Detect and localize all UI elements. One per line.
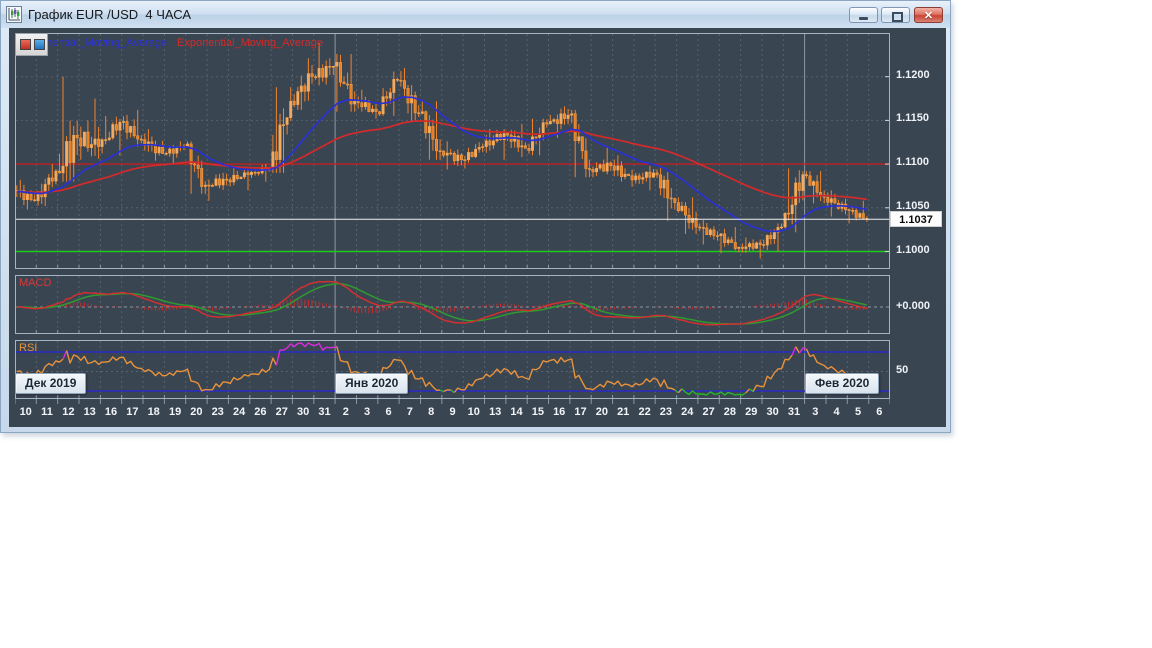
x-axis-label: 10 bbox=[467, 406, 480, 418]
time-axis-ticks bbox=[15, 399, 890, 404]
current-price-label: 1.1037 bbox=[890, 211, 942, 228]
rsi-line bbox=[275, 342, 338, 366]
x-axis-label: 6 bbox=[876, 406, 883, 418]
window-title: График EUR /USD 4 ЧАСА bbox=[28, 7, 192, 22]
macd-label: MACD bbox=[19, 277, 52, 289]
macd-plot bbox=[15, 275, 890, 334]
price-tick-label: 1.1100 bbox=[896, 156, 930, 169]
month-box-feb: Фев 2020 bbox=[805, 373, 880, 394]
macd-line bbox=[16, 280, 868, 326]
x-axis-label: 14 bbox=[510, 406, 523, 418]
price-tick-label: 1.1150 bbox=[896, 112, 930, 125]
macd-zero-label: +0.000 bbox=[896, 300, 930, 312]
x-axis-label: 29 bbox=[745, 406, 758, 418]
minimize-icon bbox=[859, 17, 868, 20]
rsi-line bbox=[453, 356, 676, 393]
price-chart-panel[interactable] bbox=[15, 33, 890, 269]
restore-button[interactable] bbox=[881, 7, 910, 23]
price-tick-label: 1.1000 bbox=[896, 243, 930, 256]
chart-client-area: Exponential_Moving_Average Exponential_M… bbox=[9, 28, 946, 427]
x-axis-label: 12 bbox=[62, 406, 75, 418]
x-axis-label: 4 bbox=[833, 406, 840, 418]
indicator-legend: Exponential_Moving_Average Exponential_M… bbox=[21, 37, 323, 49]
macd-panel[interactable] bbox=[15, 275, 890, 334]
restore-icon bbox=[892, 12, 903, 22]
x-axis-label: 16 bbox=[104, 406, 118, 418]
rsi-label: RSI bbox=[19, 342, 38, 354]
x-axis-label: 31 bbox=[787, 406, 801, 418]
x-axis-label: 9 bbox=[449, 406, 456, 418]
indicator-buttons-box bbox=[15, 33, 48, 56]
x-axis-label: 2 bbox=[342, 406, 349, 418]
x-axis-label: 16 bbox=[553, 406, 566, 418]
x-axis-label: 18 bbox=[147, 406, 160, 418]
x-axis-label: 10 bbox=[19, 406, 32, 418]
x-axis-label: 30 bbox=[766, 406, 779, 418]
indicator-blue-button[interactable] bbox=[34, 39, 45, 50]
rsi-level-label: 50 bbox=[896, 364, 909, 376]
x-axis-label: 26 bbox=[254, 406, 267, 418]
x-axis-label: 22 bbox=[638, 406, 651, 418]
x-axis-label: 31 bbox=[318, 406, 331, 418]
x-axis-label: 19 bbox=[168, 406, 182, 418]
rsi-panel[interactable] bbox=[15, 340, 890, 399]
close-icon: ✕ bbox=[923, 10, 934, 22]
rsi-plot bbox=[15, 340, 890, 399]
rsi-line bbox=[752, 354, 793, 392]
x-axis-label: 17 bbox=[126, 406, 139, 418]
x-axis-label: 27 bbox=[275, 406, 288, 418]
x-axis-label: 23 bbox=[659, 406, 673, 418]
x-axis-label: 11 bbox=[41, 406, 53, 418]
x-axis-label: 8 bbox=[428, 406, 435, 418]
close-button[interactable]: ✕ bbox=[914, 7, 943, 23]
x-axis-label: 13 bbox=[83, 406, 96, 418]
titlebar[interactable]: График EUR /USD 4 ЧАСА ✕ bbox=[1, 1, 950, 28]
window-icon bbox=[6, 6, 22, 23]
rsi-line bbox=[791, 346, 797, 356]
x-axis-label: 17 bbox=[574, 406, 587, 418]
minimize-button[interactable] bbox=[849, 7, 878, 23]
price-tick-label: 1.1050 bbox=[896, 199, 930, 212]
x-axis-label: 13 bbox=[489, 406, 502, 418]
x-axis-label: 6 bbox=[385, 406, 392, 418]
time-axis-labels: 10 11 12 13 16 17 18 19 20 23 24 26 27 30 31 2 3 6 7 8 9 10 13… bbox=[15, 406, 890, 422]
x-axis-label: 3 bbox=[812, 406, 819, 418]
ema-slow-legend-label: Exponential_Moving_Average bbox=[177, 37, 323, 49]
rsi-line bbox=[65, 350, 278, 392]
x-axis-label: 5 bbox=[854, 406, 862, 418]
price-tick-label: 1.1200 bbox=[896, 68, 930, 81]
x-axis-label: 28 bbox=[723, 406, 737, 418]
x-axis-label: 3 bbox=[364, 406, 371, 418]
x-axis-label: 15 bbox=[531, 406, 545, 418]
x-axis-label: 30 bbox=[296, 406, 310, 418]
x-axis-label: 20 bbox=[595, 406, 609, 418]
candlestick-plot bbox=[15, 33, 890, 269]
x-axis-label: 24 bbox=[232, 406, 246, 418]
x-axis-label: 20 bbox=[190, 406, 203, 418]
x-axis-label: 21 bbox=[617, 406, 630, 418]
month-box-jan: Янв 2020 bbox=[335, 373, 409, 394]
month-box-dec: Дек 2019 bbox=[15, 373, 87, 394]
x-axis-label: 27 bbox=[702, 406, 715, 418]
x-axis-label: 7 bbox=[406, 406, 413, 418]
x-axis-label: 24 bbox=[681, 406, 694, 418]
rsi-line bbox=[681, 388, 747, 396]
indicator-red-button[interactable] bbox=[20, 39, 31, 50]
chart-window: График EUR /USD 4 ЧАСА ✕ Exponential_Mov… bbox=[0, 0, 951, 433]
x-axis-label: 23 bbox=[211, 406, 224, 418]
